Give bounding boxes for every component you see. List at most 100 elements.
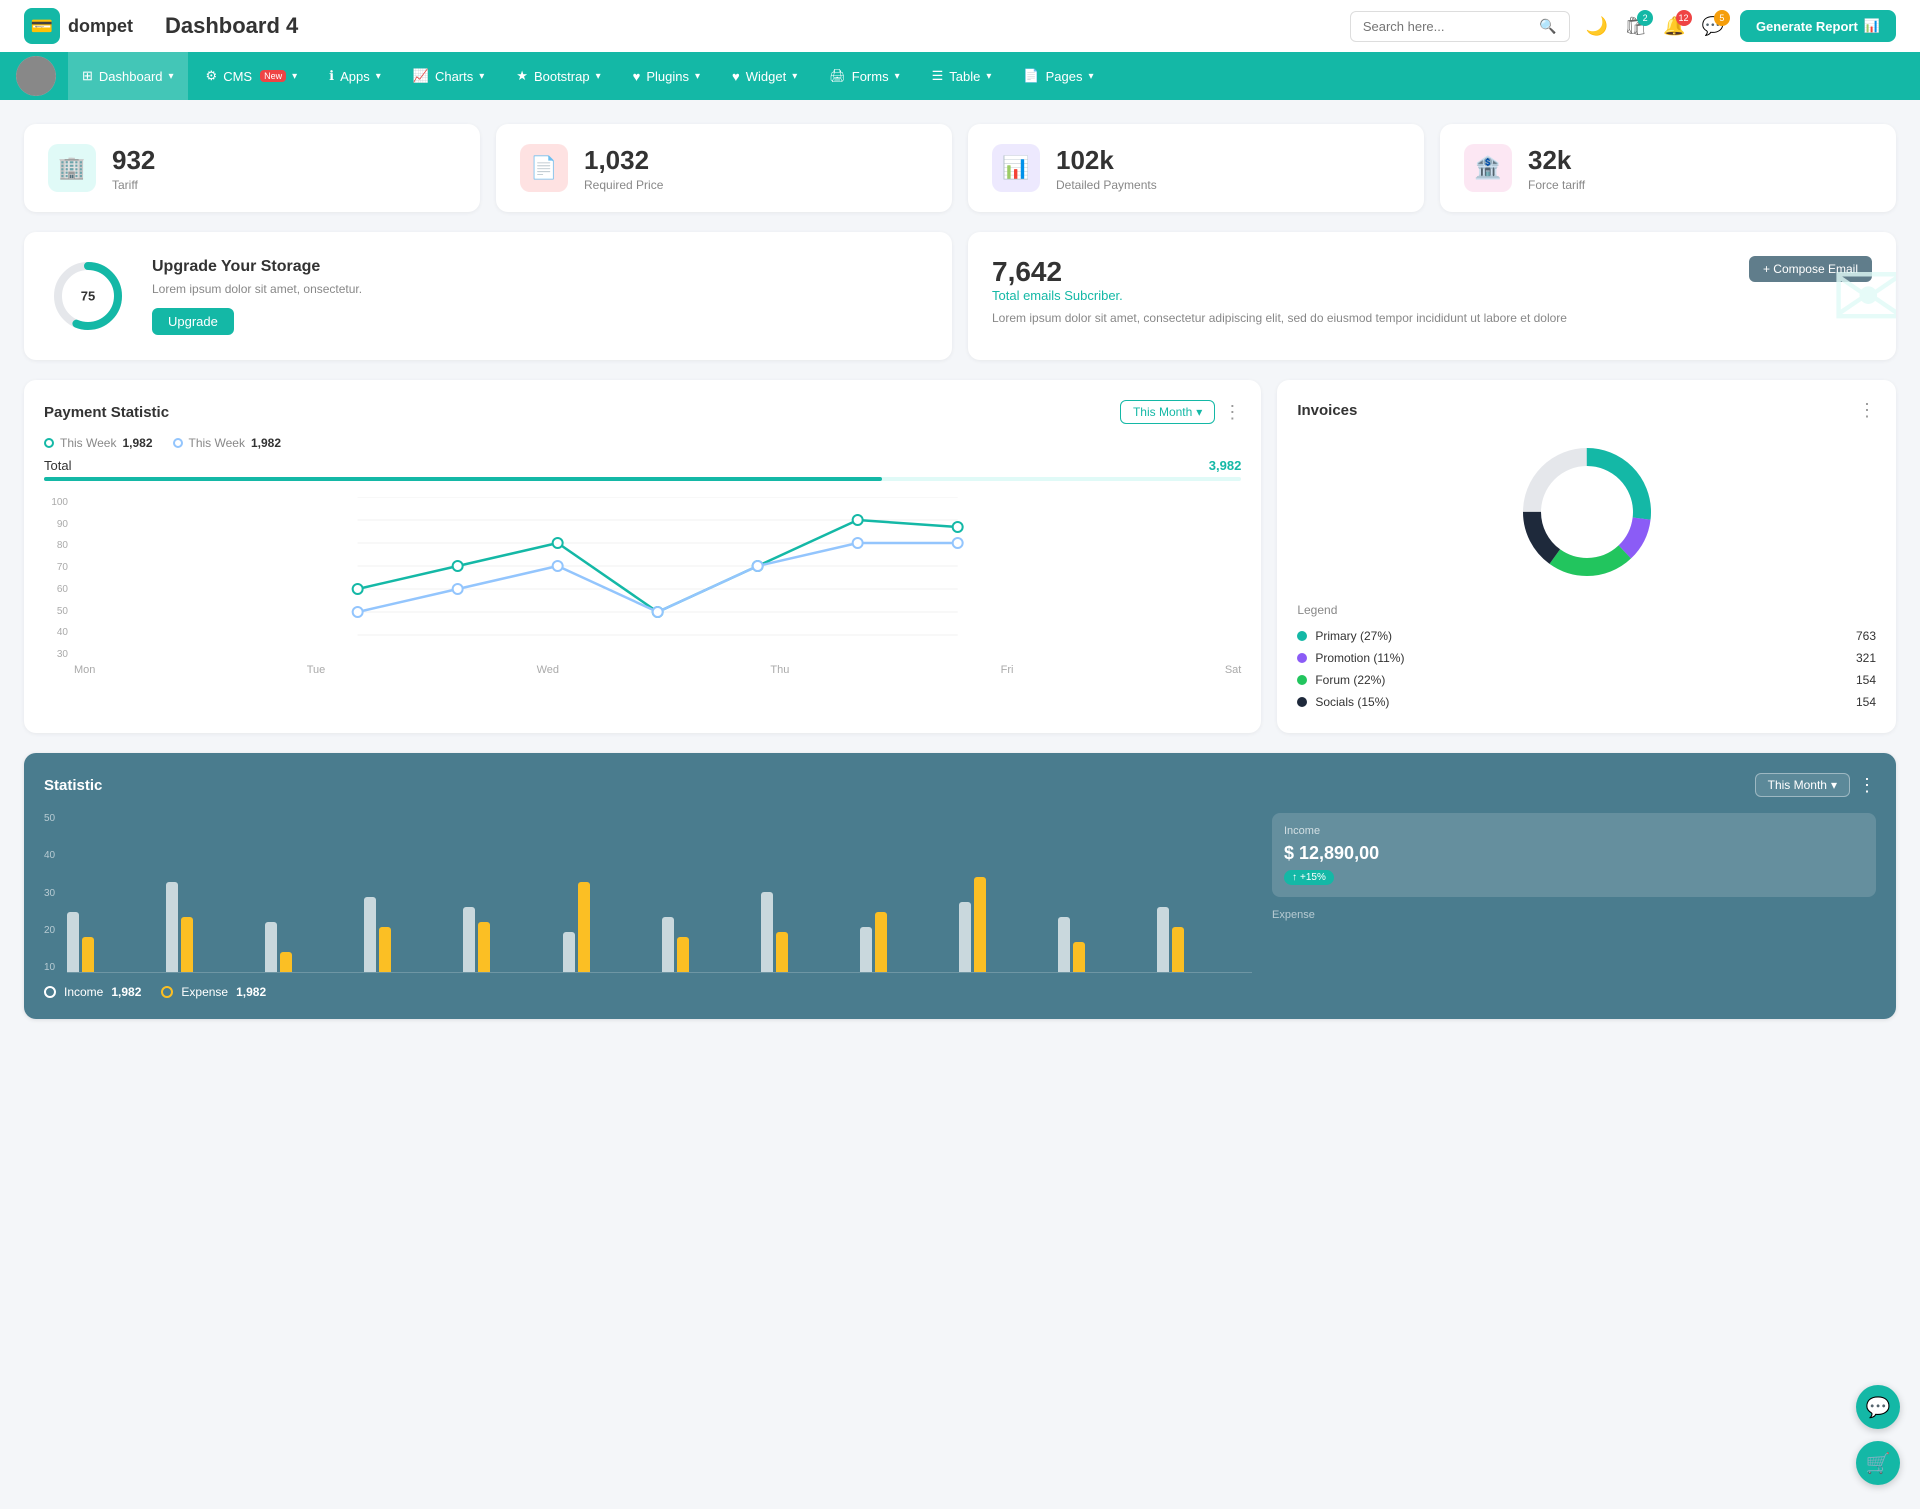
- this-month-button[interactable]: This Month ▾: [1120, 400, 1215, 424]
- y-label: 60: [44, 584, 68, 595]
- y-label: 80: [44, 540, 68, 551]
- chat-btn[interactable]: 💬 5: [1702, 16, 1724, 37]
- required-price-value: 1,032: [584, 145, 663, 176]
- legend-label-week1: This Week: [60, 436, 116, 450]
- stat-cards: 🏢 932 Tariff 📄 1,032 Required Price 📊 10…: [24, 124, 1896, 212]
- bar-group-4: [364, 897, 459, 972]
- legend-list-item-socials: Socials (15%) 154: [1297, 691, 1876, 713]
- forum-label: Forum (22%): [1315, 673, 1385, 687]
- invoices-donut: [1297, 437, 1876, 587]
- income-section: Income $ 12,890,00 ↑ +15% Expense: [1272, 813, 1876, 999]
- sidebar-item-plugins[interactable]: ♥ Plugins ▾: [619, 53, 714, 100]
- y-label: 70: [44, 562, 68, 573]
- income-badge-text: +15%: [1300, 872, 1326, 883]
- x-label-wed: Wed: [537, 664, 559, 676]
- bar-group-1: [67, 912, 162, 972]
- topbar: 💳 dompet Dashboard 4 🔍 🌙 🛍 2 🔔 12 💬 5 Ge…: [0, 0, 1920, 52]
- upgrade-button[interactable]: Upgrade: [152, 308, 234, 335]
- bar-white: [265, 922, 277, 972]
- stat-card-info: 932 Tariff: [112, 145, 155, 192]
- widget-icon: ♥: [732, 69, 740, 84]
- expense-label: Expense: [181, 985, 228, 999]
- bar-group-7: [662, 917, 757, 972]
- invoices-more-button[interactable]: ⋮: [1858, 400, 1876, 421]
- legend-left: Socials (15%): [1297, 695, 1389, 709]
- bell-btn[interactable]: 🔔 12: [1663, 16, 1685, 37]
- statistic-header: Statistic This Month ▾ ⋮: [44, 773, 1876, 797]
- sidebar-item-charts[interactable]: 📈 Charts ▾: [399, 52, 499, 100]
- cart-badge: 2: [1637, 10, 1653, 26]
- line-chart-container: 30 40 50 60 70 80 90 100: [44, 497, 1241, 680]
- sidebar-item-forms[interactable]: 🖨 Forms ▾: [815, 52, 913, 100]
- storage-title: Upgrade Your Storage: [152, 258, 362, 276]
- bar-white: [1058, 917, 1070, 972]
- stat-card-required-price: 📄 1,032 Required Price: [496, 124, 952, 212]
- nav-label-forms: Forms: [852, 69, 889, 84]
- nav-label-pages: Pages: [1046, 69, 1083, 84]
- storage-text: Upgrade Your Storage Lorem ipsum dolor s…: [152, 258, 362, 335]
- legend-dot-week1: [44, 438, 54, 448]
- tariff-label: Tariff: [112, 178, 155, 192]
- payment-legend: This Week 1,982 This Week 1,982: [44, 436, 1241, 450]
- legend-item-week2: This Week 1,982: [173, 436, 282, 450]
- sidebar-item-apps[interactable]: ℹ Apps ▾: [315, 52, 395, 100]
- sidebar-item-dashboard[interactable]: ⊞ Dashboard ▾: [68, 52, 188, 100]
- invoices-header: Invoices ⋮: [1297, 400, 1876, 421]
- socials-label: Socials (15%): [1315, 695, 1389, 709]
- bar-yellow: [82, 937, 94, 972]
- legend-left: Forum (22%): [1297, 673, 1385, 687]
- storage-desc: Lorem ipsum dolor sit amet, onsectetur.: [152, 282, 362, 296]
- stat-card-tariff: 🏢 932 Tariff: [24, 124, 480, 212]
- income-badge: ↑ +15%: [1284, 870, 1334, 885]
- sidebar-item-bootstrap[interactable]: ★ Bootstrap ▾: [502, 52, 614, 100]
- nav-label-widget: Widget: [746, 69, 786, 84]
- legend-label-week2: This Week: [189, 436, 245, 450]
- primary-dot: [1297, 631, 1307, 641]
- stat-controls: This Month ▾ ⋮: [1755, 773, 1876, 797]
- income-panel-value: $ 12,890,00: [1284, 843, 1864, 864]
- statistic-this-month-button[interactable]: This Month ▾: [1755, 773, 1850, 797]
- cart-btn[interactable]: 🛍 2: [1624, 16, 1647, 37]
- legend-list-item-promotion: Promotion (11%) 321: [1297, 647, 1876, 669]
- search-input[interactable]: [1363, 19, 1532, 34]
- legend-dot-week2: [173, 438, 183, 448]
- bar-yellow: [379, 927, 391, 972]
- statistic-title: Statistic: [44, 777, 102, 794]
- income-legend-value: 1,982: [111, 985, 141, 999]
- email-card-header: 7,642 Total emails Subcriber. Lorem ipsu…: [992, 256, 1872, 325]
- page-title: Dashboard 4: [165, 13, 1334, 39]
- statistic-more-button[interactable]: ⋮: [1858, 775, 1876, 796]
- legend-left: Primary (27%): [1297, 629, 1392, 643]
- report-label: Generate Report: [1756, 19, 1858, 34]
- sidebar-item-widget[interactable]: ♥ Widget ▾: [718, 53, 811, 100]
- chevron-down-icon: ▾: [792, 71, 797, 82]
- force-tariff-value: 32k: [1528, 145, 1585, 176]
- forum-value: 154: [1856, 673, 1876, 687]
- bar-group-10: [959, 877, 1054, 972]
- bar-yellow: [578, 882, 590, 972]
- sidebar-item-cms[interactable]: ⚙ CMS New ▾: [192, 52, 312, 100]
- chat-badge: 5: [1714, 10, 1730, 26]
- stat-card-detailed-payments: 📊 102k Detailed Payments: [968, 124, 1424, 212]
- y-label: 40: [44, 850, 55, 861]
- email-card-info: 7,642 Total emails Subcriber. Lorem ipsu…: [992, 256, 1567, 325]
- required-price-label: Required Price: [584, 178, 663, 192]
- chevron-down-icon: ▾: [596, 71, 601, 82]
- avatar: [16, 56, 56, 96]
- bar-yellow: [974, 877, 986, 972]
- sidebar-item-pages[interactable]: 📄 Pages ▾: [1009, 52, 1107, 100]
- theme-icon[interactable]: 🌙: [1586, 16, 1608, 37]
- bar-group-3: [265, 922, 360, 972]
- y-label: 50: [44, 606, 68, 617]
- floating-cart-button[interactable]: 🛒: [1856, 1441, 1900, 1485]
- floating-chat-button[interactable]: 💬: [1856, 1385, 1900, 1429]
- bar-group-12: [1157, 907, 1252, 972]
- generate-report-button[interactable]: Generate Report 📊: [1740, 10, 1896, 42]
- more-options-button[interactable]: ⋮: [1223, 402, 1241, 423]
- main-content: 🏢 932 Tariff 📄 1,032 Required Price 📊 10…: [0, 100, 1920, 1043]
- forms-icon: 🖨: [829, 68, 846, 84]
- expense-section-label: Expense: [1272, 909, 1876, 921]
- sidebar-item-table[interactable]: ☰ Table ▾: [918, 52, 1006, 100]
- required-price-icon: 📄: [520, 144, 568, 192]
- invoices-donut-svg: [1512, 437, 1662, 587]
